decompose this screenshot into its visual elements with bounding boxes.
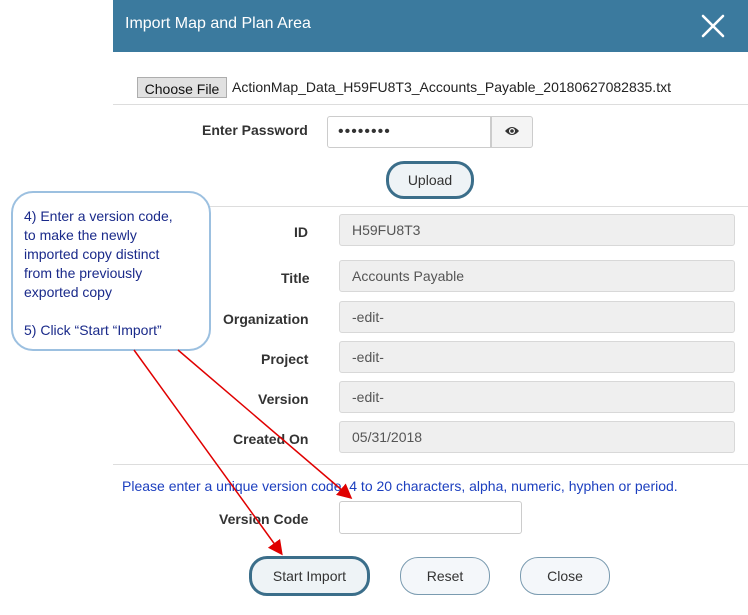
arrow-to-version-code (177, 349, 353, 499)
callout-arrows (133, 349, 353, 556)
arrow-to-start-import (133, 349, 283, 556)
